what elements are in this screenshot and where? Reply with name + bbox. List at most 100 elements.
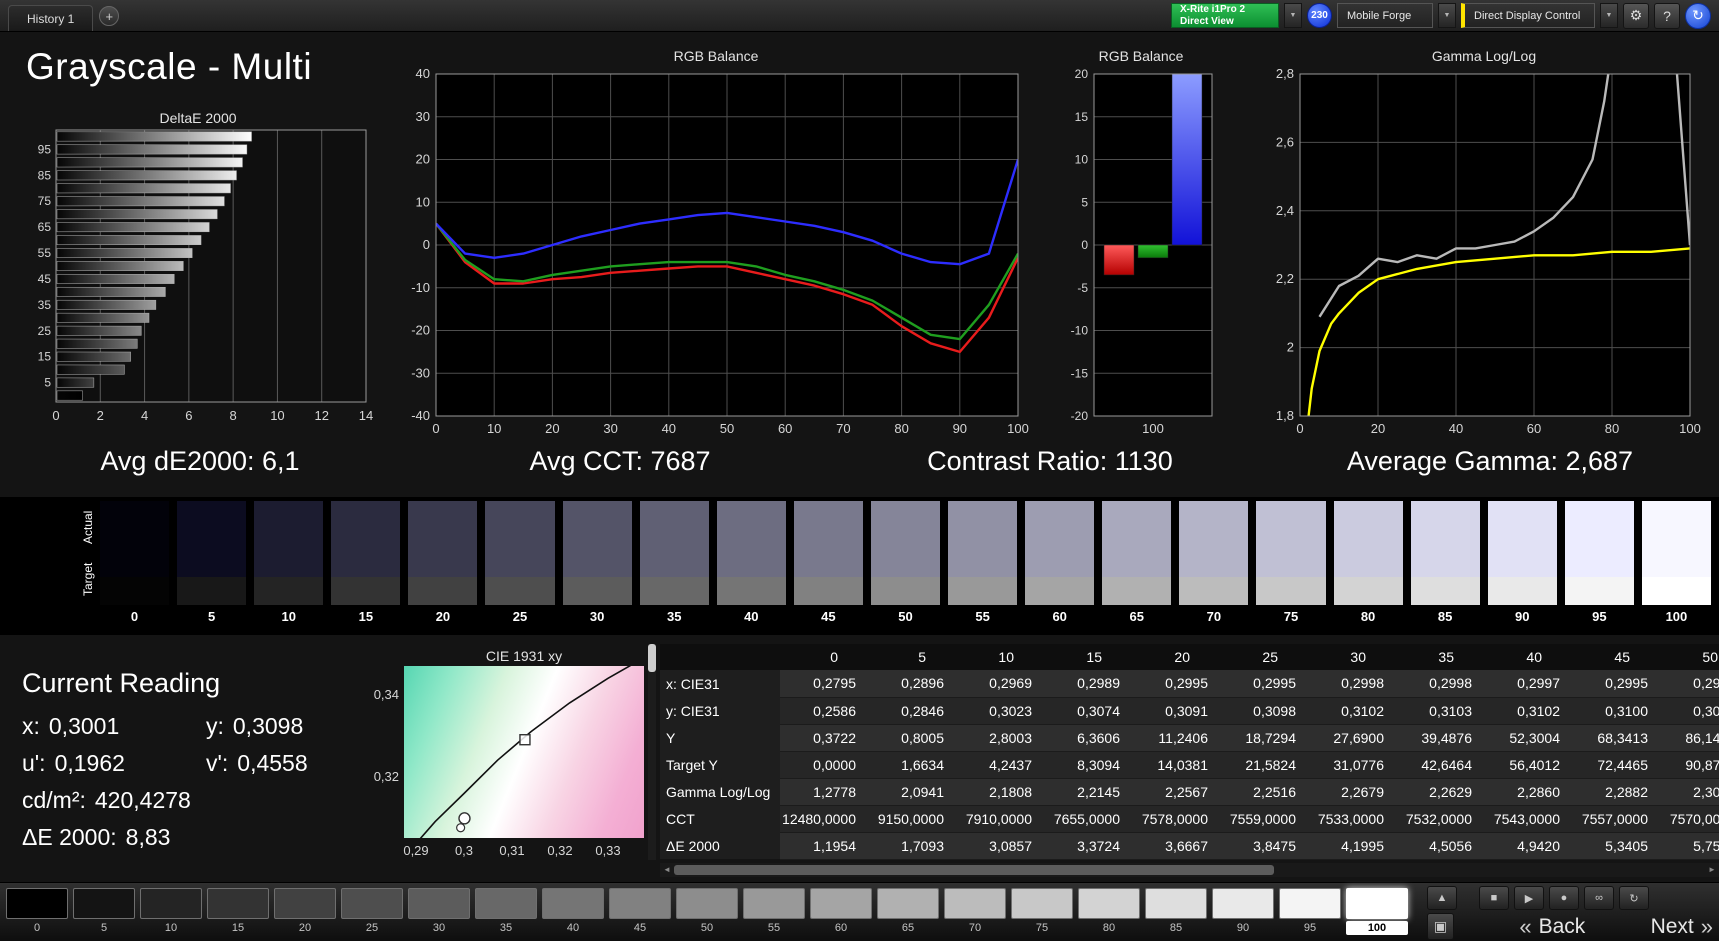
meter-select[interactable]: X-Rite i1Pro 2 Direct View	[1171, 3, 1279, 28]
session-badge[interactable]: 230	[1307, 3, 1332, 28]
gamma-chart-title: Gamma Log/Log	[1431, 48, 1537, 64]
pattern-chip-label: 30	[432, 922, 446, 934]
back-button[interactable]: « Back	[1519, 914, 1585, 940]
tile-target-swatch	[1102, 576, 1172, 605]
topbar: History 1 + X-Rite i1Pro 2 Direct View ▼…	[0, 0, 1719, 32]
table-cell: 7557,0000	[1572, 805, 1660, 833]
pattern-swatch-20[interactable]: 20	[274, 888, 336, 935]
rgb-balance-line-panel: RGB Balance 0 10 20 30 40 50 60 70 80 90 100 -40 -30…	[396, 48, 1036, 440]
table-row-label: Y	[660, 724, 780, 751]
display-dropdown-arrow-icon[interactable]: ▼	[1600, 3, 1618, 28]
vertical-scroll-thumb[interactable]	[648, 644, 656, 672]
pattern-swatch-80[interactable]: 80	[1078, 888, 1140, 935]
pattern-swatch-100[interactable]: 100	[1346, 888, 1408, 935]
pattern-swatch-15[interactable]: 15	[207, 888, 269, 935]
pattern-chip[interactable]	[475, 888, 537, 919]
pattern-swatch-70[interactable]: 70	[944, 888, 1006, 935]
next-button[interactable]: Next »	[1651, 914, 1713, 940]
pattern-swatch-75[interactable]: 75	[1011, 888, 1073, 935]
add-tab-button[interactable]: +	[99, 6, 120, 26]
pattern-swatch-90[interactable]: 90	[1212, 888, 1274, 935]
table-cell: 0,2846	[868, 697, 956, 725]
tile-label: 0	[130, 609, 139, 624]
pattern-chip[interactable]	[676, 888, 738, 919]
pattern-chip[interactable]	[408, 888, 470, 919]
horizontal-scroll-thumb[interactable]	[674, 864, 1274, 875]
table-vertical-scrollbar[interactable]	[648, 644, 656, 860]
tile-target-swatch	[331, 576, 401, 605]
tile-actual-swatch	[1179, 501, 1249, 577]
tile-target-swatch	[1487, 576, 1557, 605]
pattern-swatch-35[interactable]: 35	[475, 888, 537, 935]
stop-icon[interactable]: ■	[1479, 886, 1509, 910]
grayscale-tile-15: 15	[331, 501, 401, 629]
rgb-balance-line-chart: 0 10 20 30 40 50 60 70 80 90 100 -40 -30 -20 -10 0 10 20 3…	[398, 66, 1034, 440]
pattern-swatch-25[interactable]: 25	[341, 888, 403, 935]
table-cell: 56,4012	[1484, 751, 1572, 779]
scroll-right-icon[interactable]: ►	[1705, 865, 1719, 874]
pattern-chip[interactable]	[341, 888, 403, 919]
record-icon[interactable]: ●	[1549, 886, 1579, 910]
pattern-chip[interactable]	[1145, 888, 1207, 919]
pattern-swatch-40[interactable]: 40	[542, 888, 604, 935]
pattern-swatch-65[interactable]: 65	[877, 888, 939, 935]
meter-dropdown-arrow-icon[interactable]: ▼	[1284, 3, 1302, 28]
pattern-chip[interactable]	[1279, 888, 1341, 919]
pattern-chip[interactable]	[140, 888, 202, 919]
tile-target-swatch	[948, 576, 1018, 605]
pattern-chip[interactable]	[877, 888, 939, 919]
pattern-window-icon[interactable]: ▣	[1427, 913, 1454, 940]
pattern-swatch-55[interactable]: 55	[743, 888, 805, 935]
pattern-chip[interactable]	[743, 888, 805, 919]
current-reading-line: u': 0,1962 v': 0,4558	[22, 750, 390, 777]
source-select[interactable]: Mobile Forge	[1337, 3, 1433, 28]
refresh-icon[interactable]: ↻	[1619, 886, 1649, 910]
table-row-label: ΔE 2000	[660, 832, 780, 859]
source-label: Mobile Forge	[1347, 9, 1412, 22]
table-cell: 2,2516	[1220, 778, 1308, 806]
pattern-chip[interactable]	[609, 888, 671, 919]
table-cell: 0,2989	[1044, 670, 1132, 698]
pattern-swatch-0[interactable]: 0	[6, 888, 68, 935]
svg-text:2,4: 2,4	[1276, 203, 1294, 218]
pattern-chip[interactable]	[542, 888, 604, 919]
pattern-swatch-60[interactable]: 60	[810, 888, 872, 935]
svg-text:1,8: 1,8	[1276, 408, 1294, 423]
pattern-swatch-30[interactable]: 30	[408, 888, 470, 935]
pattern-chip[interactable]	[1011, 888, 1073, 919]
grayscale-tile-100: 100	[1641, 501, 1711, 629]
play-icon[interactable]: ▶	[1514, 886, 1544, 910]
tile-target-swatch	[485, 576, 555, 605]
display-control-select[interactable]: Direct Display Control	[1461, 3, 1595, 28]
pattern-chip[interactable]	[810, 888, 872, 919]
rgb-balance-bar-title: RGB Balance	[1098, 48, 1184, 64]
pattern-chip[interactable]	[1078, 888, 1140, 919]
pattern-chip[interactable]	[6, 888, 68, 919]
pattern-swatch-95[interactable]: 95	[1279, 888, 1341, 935]
pattern-swatch-45[interactable]: 45	[609, 888, 671, 935]
settings-gear-icon[interactable]: ⚙	[1623, 2, 1649, 29]
source-dropdown-arrow-icon[interactable]: ▼	[1438, 3, 1456, 28]
scroll-up-icon[interactable]: ▲	[1427, 886, 1457, 910]
pattern-chip[interactable]	[1346, 888, 1408, 919]
pattern-swatch-10[interactable]: 10	[140, 888, 202, 935]
scroll-left-icon[interactable]: ◄	[660, 865, 674, 874]
continuous-read-icon[interactable]: ∞	[1584, 886, 1614, 910]
current-reading-line: cd/m²: 420,4278	[22, 787, 390, 814]
history-tab[interactable]: History 1	[8, 5, 94, 31]
pattern-swatch-50[interactable]: 50	[676, 888, 738, 935]
pattern-chip[interactable]	[944, 888, 1006, 919]
pattern-chip[interactable]	[73, 888, 135, 919]
pattern-chip[interactable]	[274, 888, 336, 919]
tile-label: 35	[666, 609, 682, 624]
tile-actual-swatch	[1564, 501, 1634, 577]
table-horizontal-scrollbar[interactable]: ◄ ►	[660, 862, 1719, 877]
pattern-swatch-85[interactable]: 85	[1145, 888, 1207, 935]
help-icon[interactable]: ?	[1654, 2, 1680, 29]
pattern-swatch-5[interactable]: 5	[73, 888, 135, 935]
power-icon[interactable]: ↻	[1685, 2, 1711, 29]
pattern-chip[interactable]	[207, 888, 269, 919]
pattern-chip[interactable]	[1212, 888, 1274, 919]
pattern-chip-label: 0	[33, 922, 41, 934]
tile-actual-swatch	[639, 501, 709, 577]
